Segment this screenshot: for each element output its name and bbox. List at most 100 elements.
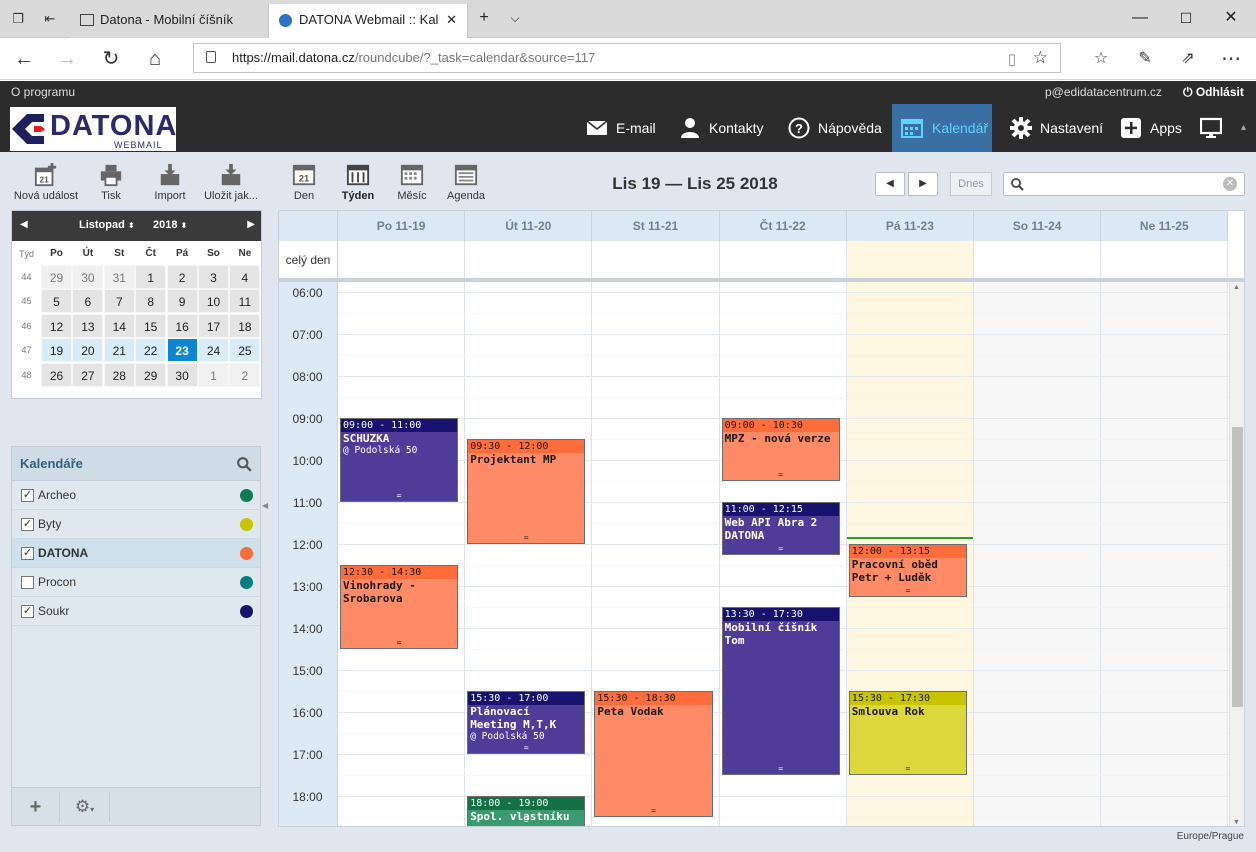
today-button[interactable]: Dnes — [950, 172, 992, 196]
mini-day[interactable]: 28 — [103, 362, 135, 387]
mini-day[interactable]: 2 — [166, 265, 198, 289]
calendar-event[interactable]: 18:00 - 19:00 Spol. vlastníku = — [467, 796, 586, 826]
header-scroll-up-icon[interactable]: ▴ — [1241, 122, 1246, 133]
mini-day[interactable]: 20 — [72, 338, 104, 363]
search-icon[interactable] — [237, 457, 252, 472]
day-header[interactable]: Po 11-19 — [338, 211, 466, 241]
more-icon[interactable]: ⋯ — [1219, 47, 1243, 71]
all-day-cell[interactable] — [465, 241, 593, 279]
previous-week-button[interactable]: ◀ — [875, 172, 905, 196]
share-icon[interactable]: ⇗ — [1176, 47, 1200, 71]
nav-settings[interactable]: Nastavení — [1010, 104, 1103, 152]
close-tab-icon[interactable]: ✕ — [446, 4, 457, 36]
all-day-cell[interactable] — [846, 241, 974, 279]
mini-day[interactable]: 14 — [103, 313, 135, 338]
resize-grip-icon[interactable]: = — [850, 586, 966, 595]
calendar-checkbox[interactable]: ✓ — [21, 605, 34, 618]
calendar-event[interactable]: 09:00 - 11:00 SCHUZKA @ Podolská 50 = — [340, 418, 459, 502]
scroll-up-icon[interactable]: ▲ — [1233, 284, 1240, 291]
mini-day[interactable]: 5 — [41, 289, 72, 314]
calendar-options-button[interactable]: ⚙▾ — [60, 792, 110, 822]
resize-grip-icon[interactable]: = — [850, 765, 966, 773]
nav-contacts[interactable]: Kontakty — [679, 104, 763, 152]
close-window-icon[interactable]: ✕ — [1221, 8, 1241, 28]
day-column[interactable] — [974, 282, 1102, 826]
calendar-item-datona[interactable]: ✓ DATONA — [12, 539, 260, 568]
nav-apps[interactable]: Apps — [1120, 104, 1182, 152]
mini-day[interactable]: 6 — [72, 289, 104, 314]
view-agenda-button[interactable]: Agenda — [444, 162, 488, 204]
mini-day[interactable]: 13 — [72, 313, 104, 338]
calendar-event[interactable]: 12:00 - 13:15 Pracovní oběd Petr + Luděk = — [848, 544, 967, 597]
favorites-list-icon[interactable]: ☆ — [1089, 47, 1113, 71]
mini-day[interactable]: 29 — [41, 265, 72, 289]
mini-day[interactable]: 15 — [135, 313, 167, 338]
mini-day[interactable]: 23 — [166, 338, 198, 363]
mini-day[interactable]: 21 — [103, 338, 135, 363]
resize-grip-icon[interactable]: = — [468, 534, 584, 542]
save-as-button[interactable]: Uložit jak... — [201, 162, 261, 204]
all-day-cell[interactable] — [592, 241, 720, 279]
month-select[interactable]: Listopad ⬍ — [79, 219, 135, 231]
back-arrow-icon[interactable]: ← — [12, 47, 36, 71]
home-icon[interactable]: ⌂ — [143, 47, 167, 71]
resize-grip-icon[interactable]: = — [468, 744, 584, 752]
scrollbar-thumb[interactable] — [1232, 427, 1243, 707]
mini-day[interactable]: 26 — [41, 362, 72, 387]
new-tab-icon[interactable]: + — [474, 8, 494, 28]
maximize-icon[interactable]: ☐ — [1176, 8, 1196, 28]
calendar-item-archeo[interactable]: ✓ Archeo — [12, 481, 260, 510]
refresh-icon[interactable]: ↻ — [99, 47, 123, 71]
mini-day[interactable]: 30 — [166, 362, 198, 387]
browser-tab-2[interactable]: DATONA Webmail :: Kal ✕ — [268, 4, 468, 38]
calendar-checkbox[interactable]: ✓ — [21, 547, 34, 560]
mini-day[interactable]: 30 — [72, 265, 104, 289]
calendar-event[interactable]: 11:00 - 12:15 Web API Abra 2 DATONA = — [721, 502, 840, 555]
import-button[interactable]: Import — [150, 162, 190, 204]
mini-day[interactable]: 29 — [135, 362, 167, 387]
forward-arrow-icon[interactable]: → — [55, 47, 79, 71]
add-calendar-button[interactable]: + — [12, 792, 60, 822]
calendar-item-soukr[interactable]: ✓ Soukr — [12, 597, 260, 626]
mini-day[interactable]: 31 — [103, 265, 135, 289]
next-week-button[interactable]: ▶ — [908, 172, 938, 196]
mini-day[interactable]: 3 — [198, 265, 229, 289]
web-note-icon[interactable]: ✎ — [1133, 47, 1157, 71]
mini-day[interactable]: 27 — [72, 362, 104, 387]
tab-list-chevron-icon[interactable]: ⌵ — [505, 8, 525, 28]
datona-logo[interactable]: DATONA WEBMAIL — [10, 107, 176, 151]
mini-day[interactable]: 25 — [229, 338, 261, 363]
day-column[interactable] — [1101, 282, 1229, 826]
view-week-button[interactable]: Týden — [338, 162, 378, 204]
mini-day[interactable]: 17 — [198, 313, 229, 338]
mini-day[interactable]: 9 — [166, 289, 198, 314]
day-header[interactable]: So 11-24 — [974, 211, 1102, 241]
resize-grip-icon[interactable]: = — [468, 817, 584, 825]
day-column[interactable] — [338, 282, 466, 826]
resize-grip-icon[interactable]: = — [723, 544, 839, 553]
prev-month-icon[interactable]: ◀ — [20, 219, 28, 230]
tab-actions-icon[interactable]: ❐ — [11, 12, 25, 26]
day-header[interactable]: St 11-21 — [592, 211, 720, 241]
browser-tab-1[interactable]: Datona - Mobilní číšník — [70, 4, 268, 38]
favorite-star-icon[interactable]: ☆ — [1033, 48, 1048, 68]
scroll-down-icon[interactable]: ▼ — [1233, 819, 1240, 826]
day-header[interactable]: Út 11-20 — [465, 211, 593, 241]
calendar-event[interactable]: 15:30 - 17:00 Plánovací Meeting M,T,K @ Po… — [467, 691, 586, 754]
sidebar-collapse-icon[interactable]: ◀ — [262, 501, 268, 511]
logout-link[interactable]: ⏻ Odhlásit — [1183, 81, 1244, 104]
mini-day[interactable]: 10 — [198, 289, 229, 314]
nav-help[interactable]: ? Nápověda — [788, 104, 882, 152]
calendar-event[interactable]: 12:30 - 14:30 Vinohrady - Srobarova = — [340, 565, 459, 649]
mini-day[interactable]: 1 — [135, 265, 167, 289]
nav-email[interactable]: E-mail — [586, 104, 656, 152]
mini-day[interactable]: 16 — [166, 313, 198, 338]
day-header[interactable]: Čt 11-22 — [719, 211, 847, 241]
mini-day[interactable]: 1 — [198, 362, 229, 387]
calendar-item-byty[interactable]: ✓ Byty — [12, 510, 260, 539]
mini-day[interactable]: 19 — [41, 338, 72, 363]
nav-monitor[interactable] — [1200, 104, 1224, 152]
resize-grip-icon[interactable]: = — [341, 492, 457, 500]
set-aside-tabs-icon[interactable]: ⇤ — [43, 12, 57, 26]
calendar-checkbox[interactable]: ✓ — [21, 489, 34, 502]
